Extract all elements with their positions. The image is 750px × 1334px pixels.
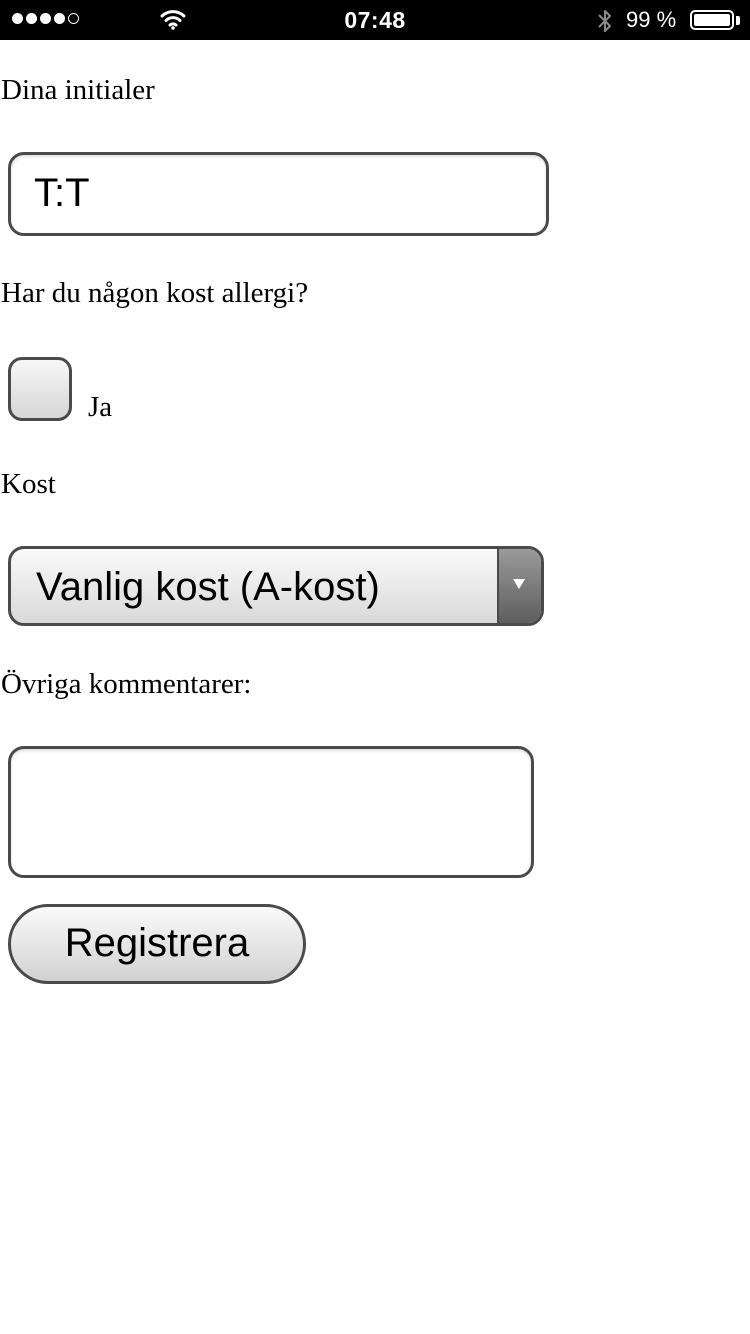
battery-fill	[694, 14, 730, 26]
battery-icon	[690, 10, 734, 30]
bluetooth-icon	[598, 10, 611, 32]
battery-percent: 99 %	[626, 7, 677, 32]
initials-input[interactable]: T:T	[8, 152, 549, 236]
allergy-checkbox[interactable]	[8, 357, 72, 421]
select-arrow-button	[497, 549, 541, 623]
diet-label: Kost	[1, 468, 56, 500]
initials-label: Dina initialer	[1, 74, 155, 106]
register-button[interactable]: Registrera	[8, 904, 306, 984]
comments-label: Övriga kommentarer:	[1, 668, 252, 700]
status-bar: 07:48 99 %	[0, 0, 750, 40]
battery-tip	[736, 16, 740, 25]
allergy-question: Har du någon kost allergi?	[1, 277, 309, 309]
diet-select[interactable]: Vanlig kost (A-kost)	[8, 546, 544, 626]
allergy-checkbox-label: Ja	[88, 391, 113, 423]
diet-selected-value: Vanlig kost (A-kost)	[36, 565, 380, 609]
comments-textarea[interactable]	[8, 746, 534, 878]
chevron-down-icon	[513, 579, 525, 589]
